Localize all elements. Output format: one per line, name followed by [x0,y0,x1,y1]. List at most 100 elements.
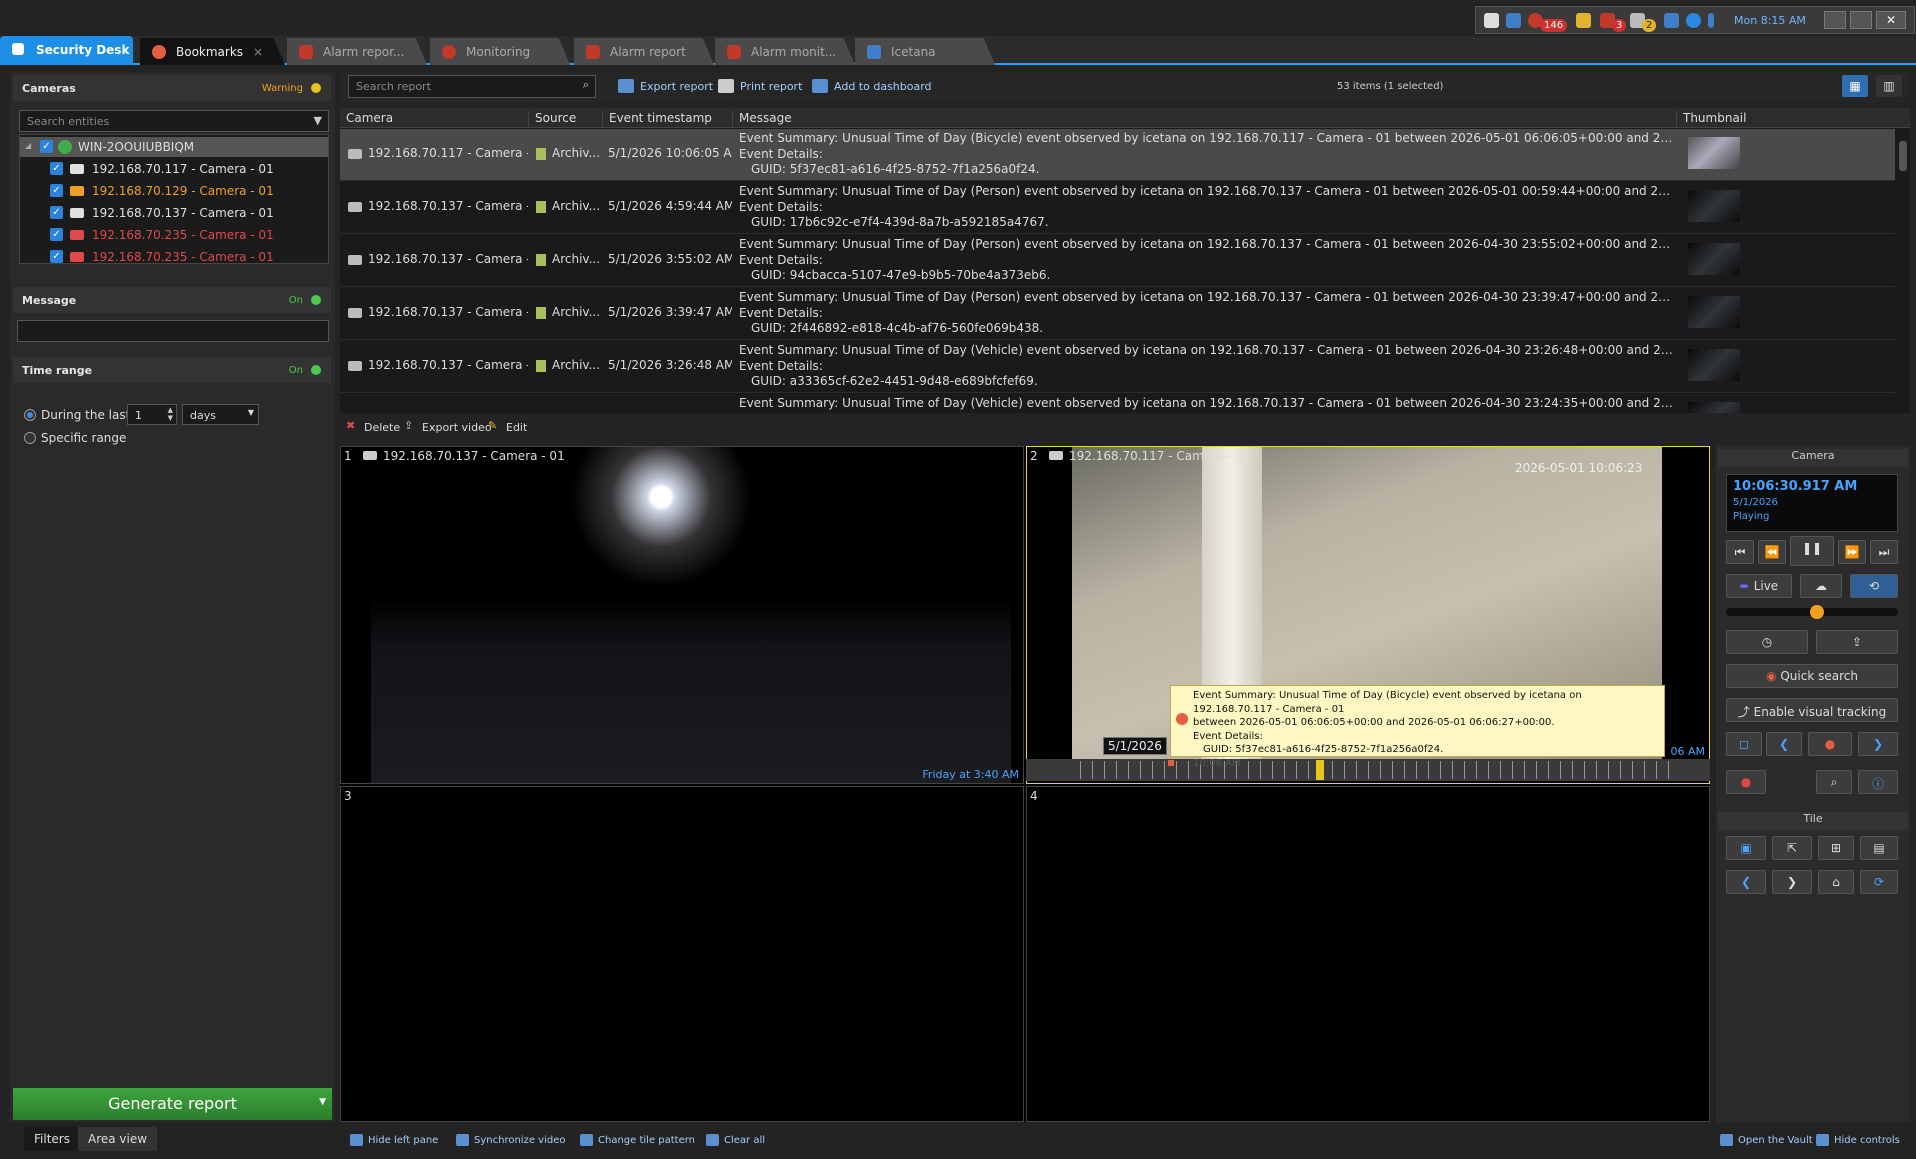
time-unit-select[interactable]: days ▼ [182,404,259,425]
tile-pattern-button[interactable]: ⊞ [1818,836,1854,860]
tree-camera-row[interactable]: ✓ 192.168.70.117 - Camera - 01 [20,159,330,179]
record-button[interactable]: ☁ [1800,574,1842,598]
tree-camera-row[interactable]: ✓ 192.168.70.235 - Camera - 01 [20,225,330,245]
video-tile-4[interactable]: 4 [1026,786,1710,1122]
chart-view-icon[interactable]: ▥ [1876,75,1902,97]
zoom-button[interactable]: ⌕ [1816,770,1852,794]
camera-checkbox[interactable]: ✓ [50,184,63,197]
loop-button[interactable]: ⟲ [1850,574,1898,598]
time-range-filter-header[interactable]: Time range On [13,357,331,383]
video-tile-1[interactable]: 1 192.168.70.137 - Camera - 01 Friday at… [340,446,1024,784]
next-button[interactable]: ❯ [1858,732,1898,756]
hide-left-pane-button[interactable]: Hide left pane [350,1134,438,1146]
stop-button[interactable]: ◻ [1726,732,1762,756]
network-icon[interactable] [1686,13,1701,28]
export-clip-button[interactable]: ⇪ [1816,630,1898,654]
tab-alarm-report-1[interactable]: Alarm repor... [287,38,427,65]
column-thumbnail[interactable]: Thumbnail [1676,111,1746,127]
edit-button[interactable]: ✎ Edit [488,419,527,434]
camera-checkbox[interactable]: ✓ [50,206,63,219]
print-report-button[interactable]: Print report [718,79,802,93]
change-tile-pattern-button[interactable]: Change tile pattern [580,1134,695,1146]
camera-checkbox[interactable]: ✓ [50,250,63,263]
camera-checkbox[interactable]: ✓ [50,162,63,175]
generate-report-button[interactable]: Generate report ▼ [13,1088,332,1120]
live-button[interactable]: ➨ Live [1726,574,1792,598]
tree-camera-row[interactable]: ✓ 192.168.70.235 - Camera - 01 [20,247,330,267]
video-tile-3[interactable]: 3 [340,786,1024,1122]
tab-alarm-monitoring[interactable]: Alarm monit... [715,38,855,65]
info-button[interactable]: ⓘ [1858,770,1898,794]
tile-forward-button[interactable]: ❯ [1772,870,1812,894]
during-last-value-input[interactable]: 1 ▲ ▼ [127,404,177,425]
table-row[interactable]: 192.168.70.137 - Camera - 01 Archiv... 5/1… [340,288,1895,340]
tab-monitoring[interactable]: 162 Monitoring [430,38,570,65]
search-entities-input[interactable]: Search entities ▼ [19,110,329,132]
tab-security-desk[interactable]: Security Desk [0,36,133,65]
fast-forward-button[interactable]: ⏩ [1838,540,1866,564]
table-scrollbar[interactable] [1897,129,1909,413]
export-video-button[interactable]: ⇪ Export video [404,419,492,434]
column-camera[interactable]: Camera [340,111,393,127]
app-icon[interactable] [1484,13,1499,28]
table-row[interactable]: 192.168.70.137 - Camera - 01 Archiv... 5/1… [340,182,1895,234]
microphone-button[interactable]: ● [1726,770,1766,794]
tab-icetana[interactable]: Icetana [855,38,995,65]
jump-end-button[interactable]: ⏭ [1870,540,1898,564]
delete-button[interactable]: ✖ Delete [346,419,400,434]
search-report-input[interactable]: Search report ⌕ [348,75,596,98]
pop-out-button[interactable]: ⇱ [1772,836,1812,860]
cpu-icon[interactable] [1708,13,1714,28]
column-source[interactable]: Source [528,111,576,127]
search-icon[interactable]: ⌕ [583,78,589,92]
camera-checkbox[interactable]: ✓ [50,228,63,241]
hide-controls-button[interactable]: Hide controls [1816,1134,1900,1146]
open-vault-button[interactable]: Open the Vault [1720,1134,1813,1146]
during-last-radio[interactable] [24,409,36,421]
maximize-button[interactable] [1850,11,1872,29]
column-timestamp[interactable]: Event timestamp [602,111,712,127]
tile-refresh-button[interactable]: ⟳ [1860,870,1898,894]
tab-bookmarks[interactable]: Bookmarks × [140,38,285,65]
fullscreen-tile-button[interactable]: ▣ [1726,836,1766,860]
close-tab-icon[interactable]: × [253,45,263,59]
table-row[interactable]: Event Summary: Unusual Time of Day (Vehi… [340,394,1895,413]
add-to-dashboard-button[interactable]: Add to dashboard [812,79,932,93]
quick-search-button[interactable]: ◉ Quick search [1726,664,1898,688]
table-row[interactable]: 192.168.70.137 - Camera - 01 Archiv... 5/1… [340,341,1895,393]
speed-slider-thumb[interactable] [1810,605,1824,619]
filter-icon[interactable]: ▼ [314,114,322,127]
message-input[interactable] [17,320,329,342]
close-window-button[interactable]: ✕ [1876,11,1906,29]
speaker-icon[interactable] [1576,13,1591,28]
specific-range-radio[interactable] [24,432,36,444]
jump-start-button[interactable]: ⏮ [1726,540,1754,564]
message-filter-header[interactable]: Message On [13,287,331,313]
tab-filters[interactable]: Filters [24,1127,80,1151]
snapshot-button[interactable]: ● [1808,732,1852,756]
bookmark-marker-icon[interactable] [1168,760,1174,766]
table-row[interactable]: 192.168.70.137 - Camera - 01 Archiv... 5/1… [340,235,1895,287]
tree-camera-row[interactable]: ✓ 192.168.70.137 - Camera - 01 [20,203,330,223]
dropdown-arrow-icon[interactable]: ▼ [319,1097,326,1107]
collapse-arrow-icon[interactable]: ◢ [25,141,31,150]
cameras-filter-header[interactable]: Cameras Warning [13,75,331,101]
minimize-button[interactable] [1824,11,1846,29]
visual-tracking-button[interactable]: ⤴ Enable visual tracking [1726,698,1898,722]
time-jump-button[interactable]: ◷ [1726,630,1808,654]
volume-icon[interactable] [1664,13,1679,28]
rewind-button[interactable]: ⏪ [1758,540,1786,564]
export-report-button[interactable]: Export report [618,79,713,93]
synchronize-video-button[interactable]: Synchronize video [456,1134,565,1146]
column-message[interactable]: Message [732,111,792,127]
speed-slider[interactable] [1726,605,1898,619]
tile-home-button[interactable]: ⌂ [1818,870,1854,894]
previous-button[interactable]: ❮ [1766,732,1802,756]
scrollbar-thumb[interactable] [1899,141,1907,171]
grid-view-icon[interactable]: ▦ [1842,75,1868,97]
monitor-icon[interactable] [1506,13,1521,28]
tree-server-row[interactable]: ◢ ✓ WIN-2OOUIUBBIQM [20,137,328,157]
tree-camera-row[interactable]: ✓ 192.168.70.129 - Camera - 01 [20,181,330,201]
clear-all-button[interactable]: Clear all [706,1134,765,1146]
pause-button[interactable]: ❚❚ [1790,536,1834,566]
